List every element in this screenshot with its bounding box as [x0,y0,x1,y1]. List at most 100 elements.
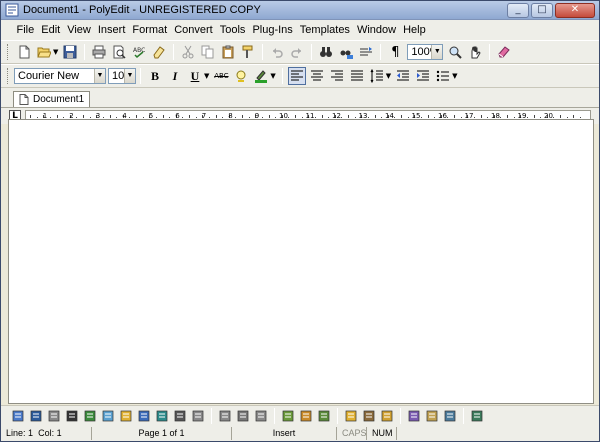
tab-document1[interactable]: Document1 [13,91,91,107]
menu-convert[interactable]: Convert [171,24,217,36]
insert-object-button[interactable] [100,408,116,424]
format-painter-button[interactable] [239,43,257,61]
bold-button[interactable]: B [146,67,164,85]
highlight-button[interactable] [232,67,250,85]
zoom-button[interactable] [446,43,464,61]
insert-omega-button[interactable] [64,408,80,424]
insert-chart-button[interactable] [136,408,152,424]
insert-frame-button[interactable] [424,408,440,424]
minimize-button[interactable]: _ [507,2,529,18]
menu-help[interactable]: Help [400,24,430,36]
col-label: Col: [38,428,55,438]
menu-window[interactable]: Window [353,24,399,36]
find-button[interactable] [317,43,335,61]
open-template-button[interactable] [343,408,359,424]
ruler-tick [76,117,78,118]
ruler-tick [129,117,131,118]
insert-object-icon [102,410,114,421]
cut-button[interactable] [179,43,197,61]
goto-button[interactable] [357,43,375,61]
underline-button[interactable]: U [186,67,204,85]
attach-button[interactable] [217,408,233,424]
insert-shape-button[interactable] [253,408,269,424]
insert-table-button[interactable] [28,408,44,424]
menu-edit[interactable]: Edit [38,24,64,36]
align-left-button[interactable] [287,67,306,85]
menu-insert[interactable]: Insert [94,24,129,36]
chevron-down-icon[interactable]: ▼ [124,69,135,83]
eraser-book-icon [498,46,511,58]
toolbar-separator [337,407,338,424]
decrease-indent-button[interactable] [394,67,412,85]
insert-date-button[interactable] [379,408,395,424]
increase-indent-button[interactable] [414,67,432,85]
insert-horizontal-line-button[interactable] [172,408,188,424]
align-center-button[interactable] [308,67,326,85]
register-button[interactable] [495,43,513,61]
bullets-button[interactable] [434,67,452,85]
insert-page-break-button[interactable] [190,408,206,424]
font-name-select[interactable]: Courier New ▼ [14,68,106,84]
open-button[interactable] [35,43,53,61]
insert-text-box-button[interactable] [235,408,251,424]
new-document-icon [19,45,30,59]
show-formatting-button[interactable]: ¶ [386,43,404,61]
print-preview-button[interactable] [110,43,128,61]
clear-format-button[interactable] [150,43,168,61]
italic-button[interactable]: I [166,67,184,85]
insert-hyperlink-button[interactable] [154,408,170,424]
paste-special-button[interactable] [361,408,377,424]
menu-view[interactable]: View [64,24,95,36]
font-color-dropdown-arrow[interactable]: ▼ [270,72,275,80]
underline-dropdown-arrow[interactable]: ▼ [204,72,209,80]
insert-note-button[interactable] [316,408,332,424]
insert-bookmark-button[interactable] [298,408,314,424]
line-spacing-dropdown-arrow[interactable]: ▼ [386,72,391,80]
strikethrough-button[interactable]: ABC [212,67,230,85]
chevron-down-icon[interactable]: ▼ [94,69,105,83]
insert-image-button[interactable] [82,408,98,424]
menu-file[interactable]: File [13,24,38,36]
print-setup-button[interactable] [469,408,485,424]
bullets-dropdown-arrow[interactable]: ▼ [452,72,457,80]
menu-tools[interactable]: Tools [216,24,249,36]
macro-button[interactable] [406,408,422,424]
insert-symbol-button[interactable] [10,408,26,424]
menu-templates[interactable]: Templates [296,24,353,36]
maximize-button[interactable]: □ [531,2,553,18]
pan-button[interactable] [466,43,484,61]
ruler-tick [367,117,369,118]
close-button[interactable]: ✕ [555,2,595,18]
align-right-button[interactable] [328,67,346,85]
zoom-select[interactable]: 100% ▼ [407,44,444,60]
insert-field-button[interactable] [280,408,296,424]
line-spacing-button[interactable] [368,67,386,85]
redo-button[interactable] [288,43,306,61]
document-editor[interactable] [8,119,594,404]
font-color-button[interactable] [252,67,270,85]
justify-button[interactable] [348,67,366,85]
new-document-button[interactable] [15,43,33,61]
title-bar[interactable]: Document1 - PolyEdit - UNREGISTERED COPY… [1,1,599,20]
toolbar-grip[interactable] [7,68,10,84]
export-html-button[interactable] [442,408,458,424]
paste-button[interactable] [219,43,237,61]
chevron-down-icon[interactable]: ▼ [431,45,443,59]
toolbar-separator [489,44,491,60]
save-button[interactable] [61,43,79,61]
menu-plug-ins[interactable]: Plug-Ins [249,24,296,36]
print-button[interactable] [90,43,108,61]
replace-button[interactable] [337,43,355,61]
format-painter-icon [242,45,253,58]
insert-columns-button[interactable] [46,408,62,424]
toolbar-grip[interactable] [7,44,10,60]
menu-format[interactable]: Format [129,24,171,36]
insert-chart-icon [138,410,150,421]
font-size-select[interactable]: 10 ▼ [108,68,136,84]
spell-check-button[interactable]: ABC [130,43,148,61]
open-dropdown-arrow[interactable]: ▼ [53,48,58,56]
undo-button[interactable] [268,43,286,61]
insert-horizontal-line-icon [174,410,186,421]
copy-button[interactable] [199,43,217,61]
insert-folder-button[interactable] [118,408,134,424]
